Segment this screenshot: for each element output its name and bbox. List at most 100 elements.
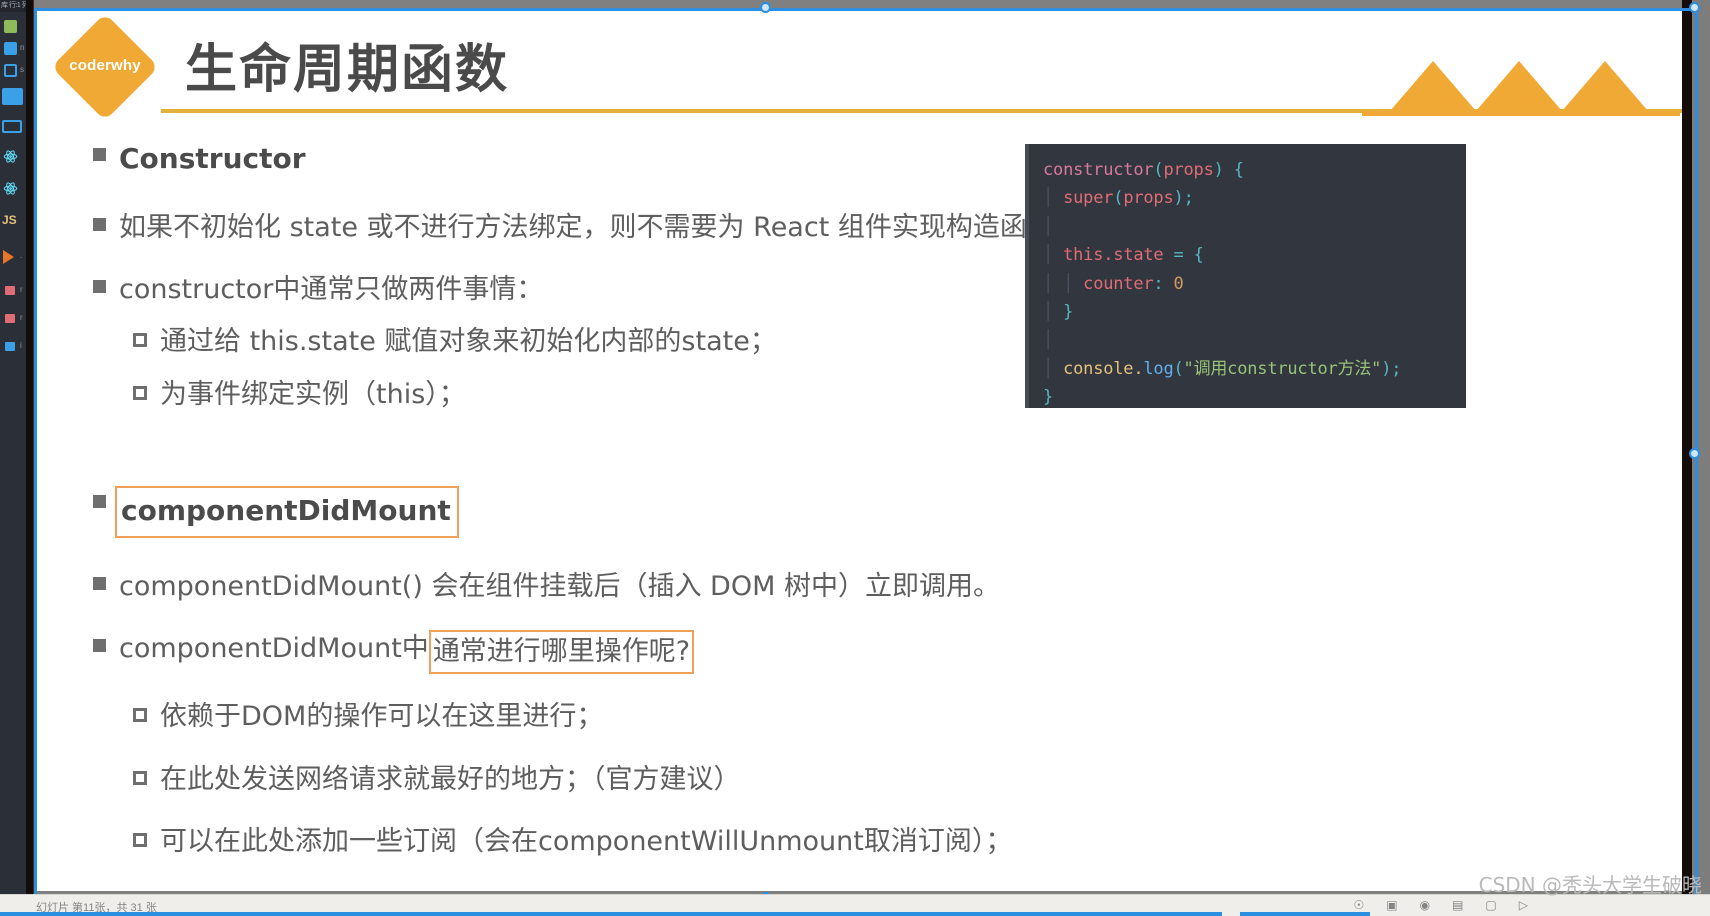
slide-canvas[interactable]: coderwhy 生命周期函数 Constructor 如果不初始化 state…: [37, 11, 1682, 891]
code-token-constructor: constructor: [1043, 160, 1154, 180]
sidebar-item-label: r: [20, 285, 23, 294]
list-item[interactable]: 为事件绑定实例（this）；: [133, 376, 1083, 414]
code-token-counter: counter: [1083, 273, 1154, 294]
code-indent-guide: │: [1043, 245, 1054, 266]
code-block[interactable]: constructor(props) { │ super(props); │ │…: [1025, 144, 1466, 408]
status-bar: 幻灯片 第11张，共 31 张 ☉ ▣ ◉ ▤ ▢ ▷: [0, 894, 1710, 916]
list-item[interactable]: componentDidMount中 通常进行哪里操作呢?: [93, 630, 1083, 675]
logo-text: coderwhy: [69, 57, 141, 74]
code-token-zero: 0: [1173, 273, 1184, 294]
code-token-log: log: [1143, 358, 1174, 379]
sidebar-item-0[interactable]: [0, 16, 26, 37]
code-token-console: console: [1063, 358, 1134, 379]
resize-handle-top[interactable]: [760, 2, 771, 13]
bullet-text: componentDidMount: [121, 494, 451, 528]
bullet-text: 可以在此处添加一些订阅（会在componentWillUnmount取消订阅）；: [160, 826, 1013, 858]
sidebar-item-4[interactable]: [0, 116, 26, 137]
folder-icon: [2, 120, 22, 133]
sidebar-item-9[interactable]: r: [0, 280, 26, 301]
resize-handle-right[interactable]: [1689, 448, 1700, 459]
normal-view-icon[interactable]: ◉: [1420, 898, 1430, 912]
view-controls[interactable]: ☉ ▣ ◉ ▤ ▢ ▷: [1353, 898, 1528, 912]
bullet-square-outline-icon: [133, 333, 147, 348]
list-item[interactable]: componentDidMount() 会在组件挂载后（插入 DOM 树中）立即…: [93, 568, 1083, 606]
code-indent-guide: │: [1043, 188, 1054, 209]
list-item[interactable]: 通过给 this.state 赋值对象来初始化内部的state；: [133, 323, 1083, 361]
list-item[interactable]: 在此处发送网络请求就最好的地方；（官方建议）: [133, 761, 1083, 799]
code-indent-guide: │: [1043, 216, 1054, 237]
bullet-text: 在此处发送网络请求就最好的地方；（官方建议）: [160, 763, 741, 795]
sidebar-item-1[interactable]: n: [0, 38, 26, 59]
triangle-icon: [1562, 61, 1648, 111]
screen-root: 库 行:1 列 n s JS . r r i coderwhy 生命周期函数 C…: [0, 0, 1710, 916]
sidebar-item-3[interactable]: [0, 86, 26, 107]
triangle-icon: [1390, 61, 1476, 111]
bullet-text-highlighted[interactable]: 通常进行哪里操作呢?: [428, 630, 695, 675]
bullet-text: constructor中通常只做两件事情：: [119, 274, 544, 306]
decoration-baseline: [1362, 111, 1680, 116]
code-token: props: [1123, 188, 1174, 209]
code-indent-guide: │: [1043, 330, 1054, 351]
code-token: ;: [1183, 188, 1194, 209]
notes-icon[interactable]: ☉: [1353, 898, 1364, 912]
react-icon: [3, 150, 18, 163]
file-icon: [4, 64, 17, 77]
reading-view-icon[interactable]: ▢: [1485, 898, 1496, 912]
editor-sidebar[interactable]: 库 行:1 列 n s JS . r r i: [0, 0, 26, 916]
sidebar-item-5[interactable]: [0, 146, 26, 167]
bullet-square-outline-icon: [133, 833, 147, 848]
code-token: props: [1163, 160, 1214, 180]
sidebar-item-6[interactable]: [0, 178, 26, 199]
sidebar-item-7[interactable]: JS: [0, 210, 26, 231]
list-item[interactable]: constructor中通常只做两件事情：: [93, 271, 1083, 309]
code-token: =: [1173, 245, 1184, 266]
sidebar-item-8[interactable]: .: [0, 246, 26, 267]
folder-icon: [4, 20, 17, 33]
code-token: .: [1103, 245, 1114, 266]
bullet-square-outline-icon: [133, 385, 147, 400]
code-token: {: [1193, 245, 1204, 266]
code-token: ): [1213, 160, 1224, 180]
code-token: :: [1153, 273, 1164, 294]
sidebar-item-label: .: [20, 251, 23, 260]
list-item[interactable]: 依赖于DOM的操作可以在这里进行；: [133, 698, 1083, 736]
code-indent-guide: │: [1043, 358, 1054, 379]
resize-handle-top-right[interactable]: [1689, 2, 1700, 13]
play-icon: [3, 250, 14, 264]
list-item[interactable]: Constructor: [93, 139, 1083, 179]
folder-open-icon: [2, 88, 23, 105]
comments-icon[interactable]: ▣: [1386, 898, 1397, 912]
code-token-this: this: [1063, 245, 1104, 266]
bullet-text: Constructor: [119, 142, 306, 175]
slideshow-icon[interactable]: ▷: [1519, 898, 1528, 912]
code-token: (: [1113, 188, 1124, 209]
bullet-square-icon: [93, 280, 106, 294]
bullet-text: 如果不初始化 state 或不进行方法绑定，则不需要为 React 组件实现构造…: [119, 211, 1081, 243]
react-icon: [3, 182, 18, 195]
list-item[interactable]: componentDidMount: [93, 486, 1083, 538]
bullet-list: Constructor 如果不初始化 state 或不进行方法绑定，则不需要为 …: [93, 139, 1083, 861]
bullet-square-icon: [93, 639, 106, 653]
file-icon: [5, 286, 15, 295]
sidebar-item-label: r: [20, 313, 23, 322]
highlight-box[interactable]: componentDidMount: [115, 486, 459, 538]
code-token: ): [1173, 188, 1184, 209]
code-indent-guide: │: [1043, 301, 1054, 322]
bullet-text: componentDidMount中: [119, 633, 429, 665]
list-item[interactable]: 可以在此处添加一些订阅（会在componentWillUnmount取消订阅）；: [133, 823, 1083, 861]
bullet-square-outline-icon: [133, 708, 147, 723]
sidebar-item-11[interactable]: i: [0, 336, 26, 357]
bullet-text: 通过给 this.state 赋值对象来初始化内部的state；: [160, 326, 777, 358]
sidebar-item-2[interactable]: s: [0, 60, 26, 81]
sidebar-item-10[interactable]: r: [0, 308, 26, 329]
list-item[interactable]: 如果不初始化 state 或不进行方法绑定，则不需要为 React 组件实现构造…: [93, 209, 1083, 247]
sidebar-item-label: n: [20, 43, 25, 52]
bullet-square-icon: [93, 495, 106, 509]
slide-sorter-icon[interactable]: ▤: [1452, 898, 1463, 912]
sidebar-item-label: s: [20, 65, 24, 74]
